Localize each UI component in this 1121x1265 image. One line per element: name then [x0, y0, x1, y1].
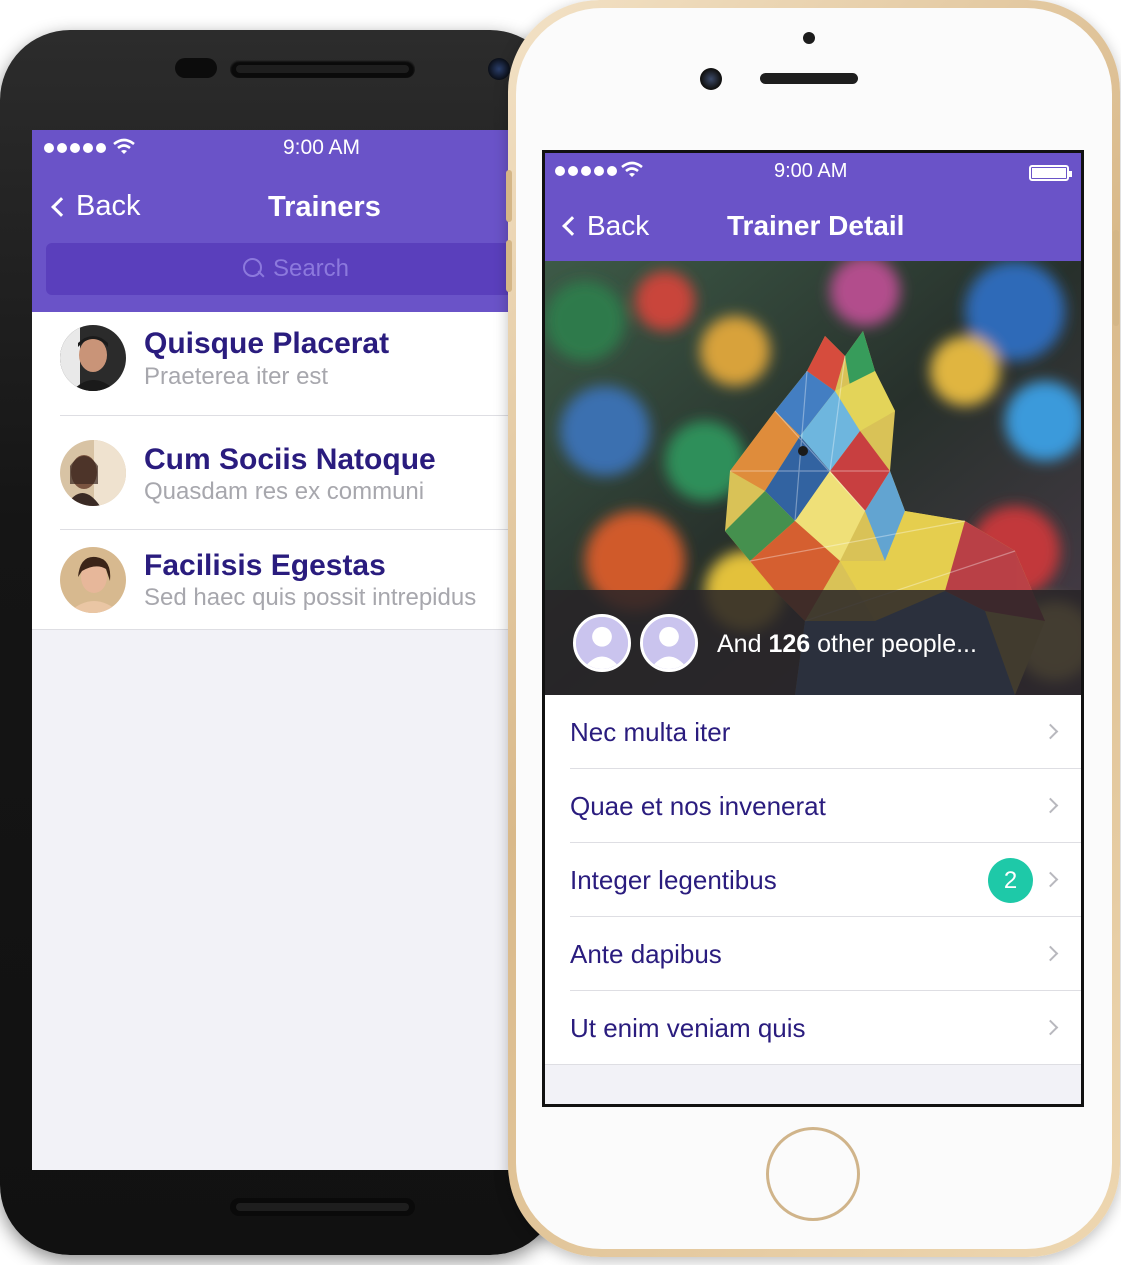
menu-item[interactable]: Quae et nos invenerat: [545, 769, 1081, 843]
trainer-name: Cum Sociis Natoque: [144, 443, 436, 476]
chevron-right-icon: [1042, 723, 1059, 740]
back-button[interactable]: Back: [51, 190, 141, 223]
avatar: [60, 440, 126, 506]
back-label: Back: [76, 190, 141, 222]
status-time: 9:00 AM: [774, 160, 848, 182]
sensor-icon: [803, 32, 815, 44]
power-button: [1113, 230, 1119, 326]
chevron-left-icon: [562, 216, 582, 236]
chevron-right-icon: [1042, 797, 1059, 814]
row-divider: [545, 1064, 1081, 1065]
menu-item-label: Integer legentibus: [570, 865, 777, 895]
row-divider: [32, 629, 532, 630]
search-icon: [242, 258, 265, 280]
chevron-left-icon: [51, 196, 71, 217]
wifi-icon: [621, 161, 643, 177]
menu-item-label: Quae et nos invenerat: [570, 791, 826, 821]
back-label: Back: [587, 210, 650, 241]
avatar: [60, 325, 126, 391]
speaker-grille: [230, 60, 415, 78]
avatar: [60, 547, 126, 613]
person-avatar-icon: [640, 614, 698, 672]
search-placeholder: Search: [272, 255, 350, 282]
speaker-grille-bottom: [230, 1198, 415, 1216]
trainers-screen: 9:00 AM Back Trainers Search Quisque Pla…: [32, 130, 532, 1170]
people-suffix: other people...: [817, 630, 977, 658]
sensor-icon: [175, 58, 217, 78]
page-title: Trainers: [268, 191, 381, 223]
volume-up-button: [506, 170, 512, 222]
menu-item[interactable]: Ut enim veniam quis: [545, 991, 1081, 1065]
trainer-detail-screen: 9:00 AM Back Trainer Detail And 126 othe…: [542, 150, 1084, 1107]
volume-down-button: [506, 240, 512, 292]
chevron-right-icon: [1042, 1019, 1059, 1036]
earpiece-speaker: [760, 73, 858, 84]
person-avatar-icon: [573, 614, 631, 672]
people-bar[interactable]: And 126 other people...: [545, 590, 1081, 695]
signal-icon: [44, 143, 106, 153]
trainer-subtitle: Praeterea iter est: [144, 363, 329, 390]
front-camera-icon: [488, 58, 510, 80]
nav-header: 9:00 AM Back Trainers Search: [32, 130, 532, 312]
trainer-list: Quisque Placerat Praeterea iter est Cum …: [32, 312, 532, 630]
trainer-name: Quisque Placerat: [144, 327, 390, 360]
chevron-right-icon: [1042, 945, 1059, 962]
search-input[interactable]: Search: [46, 243, 532, 295]
menu-item[interactable]: Nec multa iter: [545, 695, 1081, 769]
menu-item-label: Ante dapibus: [570, 939, 722, 969]
front-camera-icon: [700, 68, 722, 90]
list-item[interactable]: Quisque Placerat Praeterea iter est: [32, 312, 532, 416]
battery-icon: [1029, 165, 1072, 181]
back-button[interactable]: Back: [562, 210, 650, 242]
people-count: 126: [768, 630, 811, 658]
nav-header: 9:00 AM Back Trainer Detail: [545, 153, 1081, 261]
menu-item[interactable]: Integer legentibus 2: [545, 843, 1081, 917]
chevron-right-icon: [1042, 871, 1059, 888]
trainer-subtitle: Quasdam res ex communi: [144, 478, 425, 505]
list-item[interactable]: Cum Sociis Natoque Quasdam res ex commun…: [32, 416, 532, 530]
detail-menu: Nec multa iter Quae et nos invenerat Int…: [545, 695, 1081, 1065]
trainer-name: Facilisis Egestas: [144, 549, 386, 582]
menu-item-label: Nec multa iter: [570, 717, 731, 747]
trainer-subtitle: Sed haec quis possit intrepidus: [144, 584, 477, 611]
list-item[interactable]: Facilisis Egestas Sed haec quis possit i…: [32, 530, 532, 630]
home-button[interactable]: [766, 1127, 860, 1221]
status-time: 9:00 AM: [283, 136, 361, 159]
signal-icon: [555, 166, 617, 176]
people-count-text: And 126 other people...: [717, 630, 977, 659]
people-prefix: And: [717, 630, 762, 658]
status-bar: 9:00 AM: [32, 130, 532, 166]
wifi-icon: [113, 138, 135, 154]
page-title: Trainer Detail: [727, 210, 905, 241]
menu-item-label: Ut enim veniam quis: [570, 1013, 806, 1043]
android-phone: 9:00 AM Back Trainers Search Quisque Pla…: [0, 30, 560, 1255]
count-badge: 2: [988, 858, 1033, 903]
menu-item[interactable]: Ante dapibus: [545, 917, 1081, 991]
status-bar: 9:00 AM: [545, 153, 1081, 189]
